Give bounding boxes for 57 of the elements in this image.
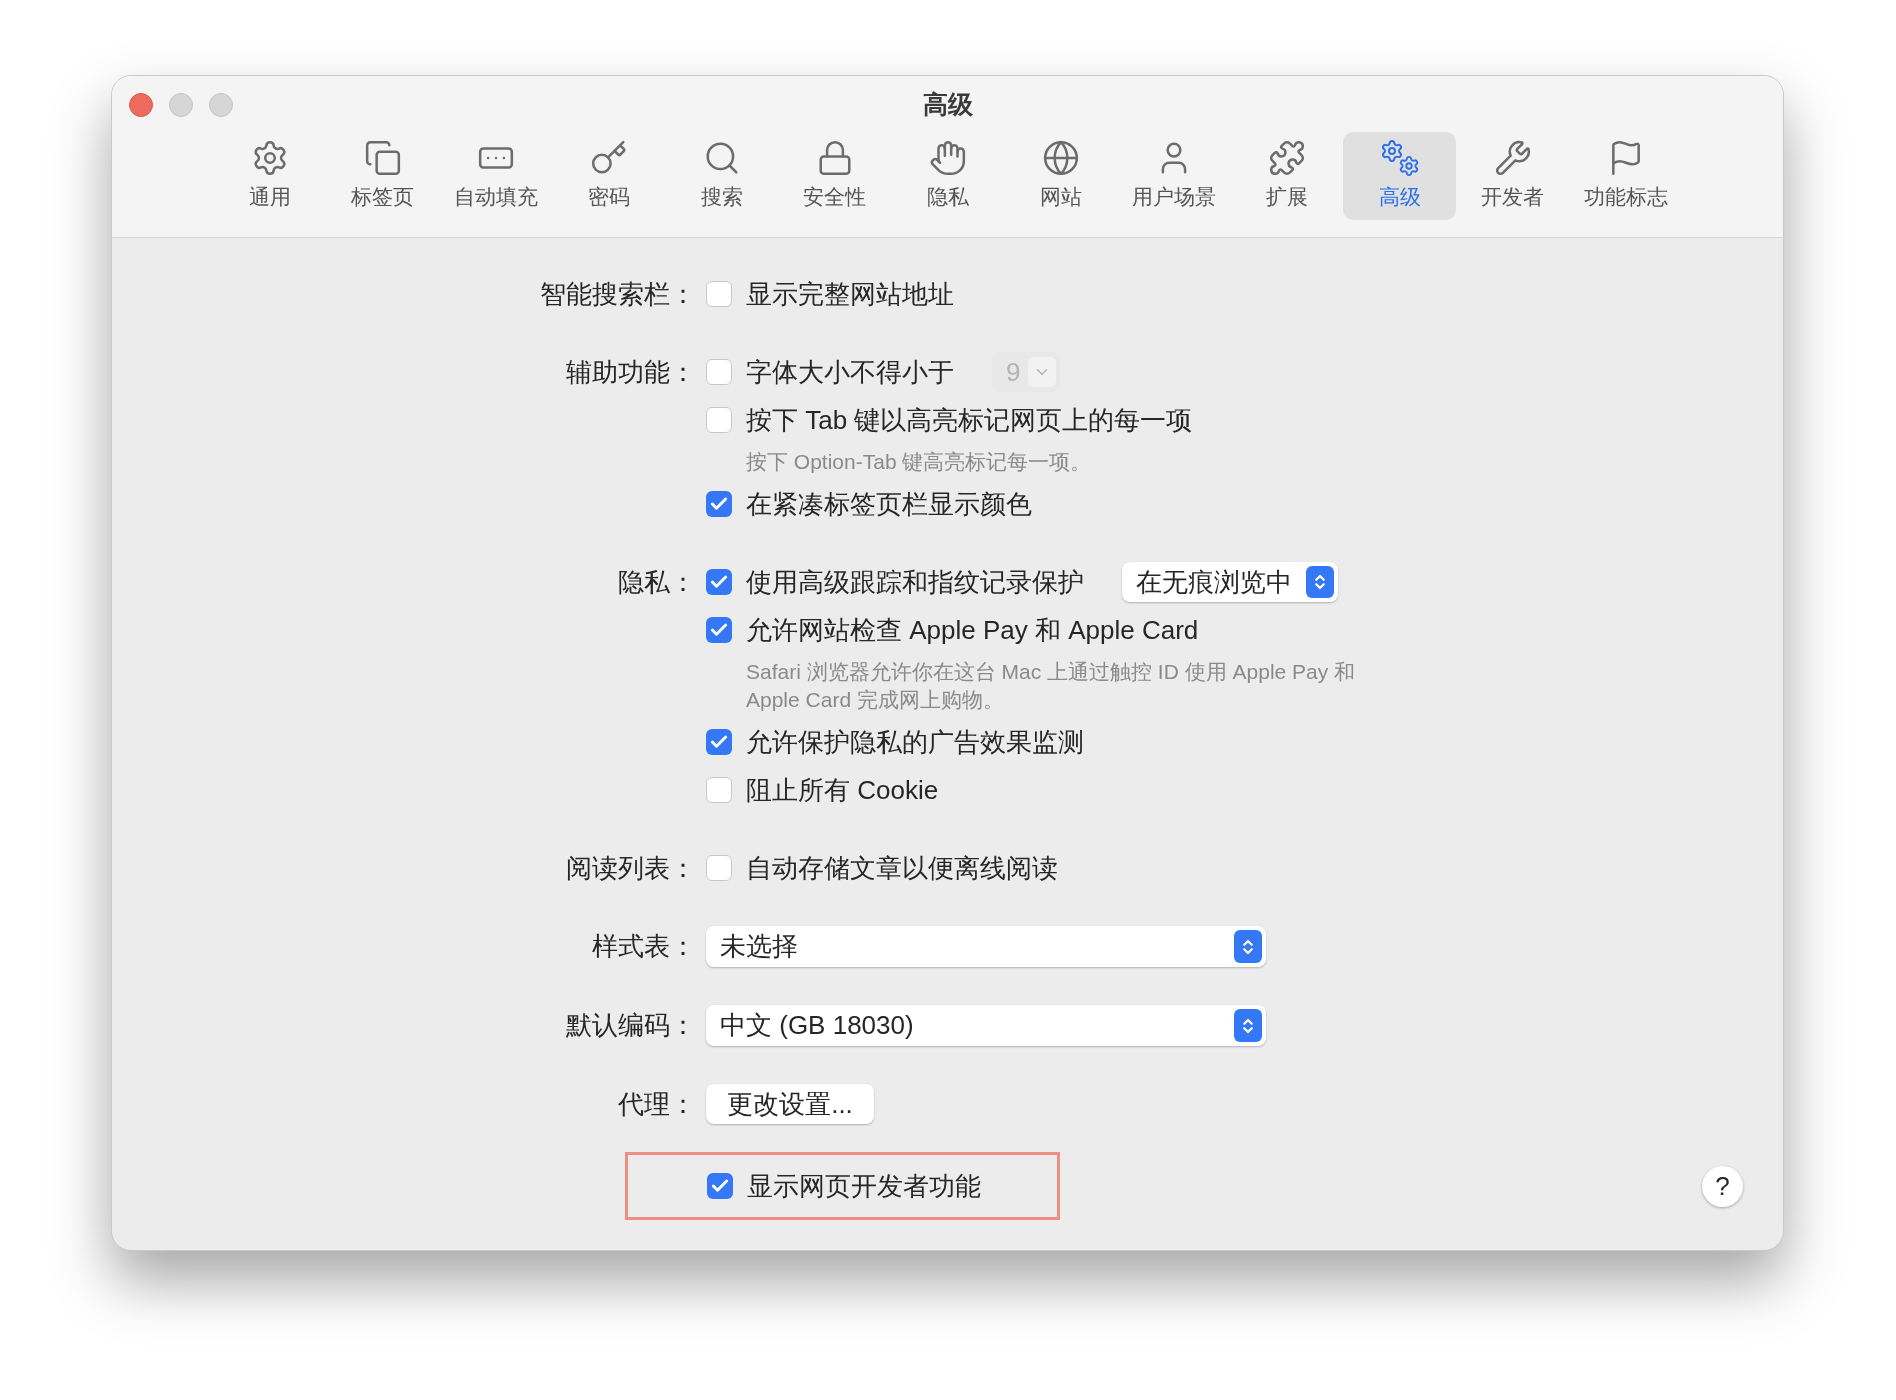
checkbox-label: 允许保护隐私的广告效果监测 (746, 725, 1084, 759)
wrench-icon (1493, 139, 1532, 178)
minimize-button[interactable] (169, 93, 193, 117)
checkbox[interactable] (706, 729, 732, 755)
zoom-button[interactable] (209, 93, 233, 117)
toolbar-tab[interactable]: 功能标志 (1569, 132, 1682, 220)
section-label: 辅助功能： (566, 355, 696, 389)
help-button[interactable]: ? (1702, 1165, 1743, 1207)
toolbar-tab[interactable]: 网站 (1004, 132, 1117, 220)
checkbox-label: 允许网站检查 Apple Pay 和 Apple Card (746, 613, 1199, 647)
section-label: 隐私： (618, 565, 696, 599)
toolbar-tab[interactable]: 通用 (213, 132, 326, 220)
toolbar-tab[interactable]: 扩展 (1230, 132, 1343, 220)
toolbar-tab[interactable]: 高级 (1343, 132, 1456, 220)
checkbox[interactable] (706, 569, 732, 595)
checkbox-label: 使用高级跟踪和指纹记录保护 (746, 565, 1084, 599)
tabs-icon (363, 139, 402, 178)
hand-icon (928, 139, 967, 178)
toolbar-tab[interactable]: 安全性 (778, 132, 891, 220)
toolbar-tab[interactable]: 标签页 (326, 132, 439, 220)
checkbox-label: 字体大小不得小于 (746, 355, 954, 389)
section-label: 代理： (618, 1087, 696, 1121)
checkbox[interactable] (707, 1173, 733, 1199)
toolbar-tab[interactable]: 开发者 (1456, 132, 1569, 220)
window-title: 高级 (922, 89, 973, 121)
change-settings-button[interactable]: 更改设置... (706, 1084, 874, 1124)
gears-icon (1379, 139, 1420, 178)
checkbox-label: 在紧凑标签页栏显示颜色 (746, 487, 1032, 521)
checkbox[interactable] (706, 407, 732, 433)
section-label: 样式表： (592, 929, 696, 963)
checkbox[interactable] (706, 777, 732, 803)
checkbox-label: 按下 Tab 键以高亮标记网页上的每一项 (746, 403, 1193, 437)
toolbar-tab[interactable]: 密码 (552, 132, 665, 220)
hint-text: 按下 Option-Tab 键高亮标记每一项。 (745, 449, 1093, 475)
checkbox[interactable] (706, 617, 732, 643)
toolbar-tab[interactable]: 隐私 (891, 132, 1004, 220)
close-button[interactable] (129, 93, 153, 117)
puzzle-icon (1267, 139, 1306, 178)
hint-text: Safari 浏览器允许你在这台 Mac 上通过触控 ID 使用 Apple Pay 和 Apple Card 完成网上购物。 (745, 659, 1357, 713)
toolbar-tab[interactable]: 自动填充 (439, 132, 552, 220)
checkbox[interactable] (706, 491, 732, 517)
checkbox[interactable] (706, 281, 732, 307)
section-label: 阅读列表： (566, 851, 696, 885)
checkbox-label: 显示完整网站地址 (746, 277, 954, 311)
checkbox-label: 自动存储文章以便离线阅读 (746, 851, 1058, 885)
checkbox-label: 阻止所有 Cookie (746, 773, 939, 807)
section-label: 默认编码： (566, 1008, 696, 1042)
dropdown-select[interactable]: 中文 (GB 18030) (706, 1005, 1266, 1046)
section-label: 智能搜索栏： (540, 277, 696, 311)
checkbox[interactable] (706, 359, 732, 385)
toolbar-tab[interactable]: 用户场景 (1117, 132, 1230, 220)
toolbar-tab[interactable]: 搜索 (665, 132, 778, 220)
globe-icon (1041, 139, 1080, 178)
dropdown-select[interactable]: 未选择 (706, 926, 1266, 967)
popup-button[interactable]: 在无痕浏览中 (1122, 562, 1338, 602)
checkbox-label: 显示网页开发者功能 (747, 1169, 981, 1203)
checkbox[interactable] (706, 855, 732, 881)
